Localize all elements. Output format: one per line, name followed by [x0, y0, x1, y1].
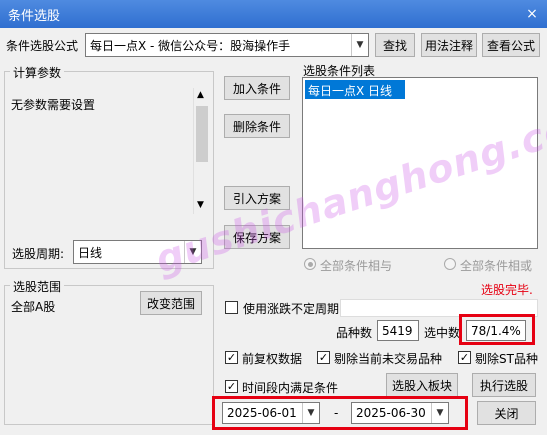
- exclude-untraded-checkbox[interactable]: ✓: [317, 351, 330, 364]
- to-block-button[interactable]: 选股入板块: [386, 373, 458, 397]
- variable-period-label: 使用涨跌不定周期: [243, 302, 340, 316]
- params-group-title: 计算参数: [10, 64, 65, 81]
- or-radio[interactable]: [444, 258, 456, 270]
- run-button[interactable]: 执行选股: [472, 373, 536, 397]
- delete-condition-button[interactable]: 删除条件: [224, 114, 290, 138]
- exclude-st-label: 剔除ST品种: [475, 352, 538, 366]
- params-scrollbar[interactable]: ▲ ▼: [193, 88, 209, 214]
- params-text: 无参数需要设置: [11, 98, 96, 112]
- selected-highlight-box: [459, 314, 535, 345]
- scroll-thumb[interactable]: [196, 106, 208, 162]
- period-label: 选股周期:: [12, 247, 65, 261]
- chevron-down-icon[interactable]: ▼: [184, 241, 201, 263]
- add-condition-button[interactable]: 加入条件: [224, 76, 290, 100]
- selected-label: 选中数: [424, 326, 461, 340]
- close-icon[interactable]: ×: [523, 5, 541, 23]
- view-formula-button[interactable]: 查看公式: [482, 33, 540, 57]
- import-scheme-button[interactable]: 引入方案: [224, 186, 290, 210]
- period-value: 日线: [78, 245, 103, 260]
- variable-period-checkbox[interactable]: [225, 301, 238, 314]
- change-range-button[interactable]: 改变范围: [140, 291, 202, 315]
- period-combobox[interactable]: 日线 ▼: [73, 240, 202, 264]
- usage-button[interactable]: 用法注释: [421, 33, 477, 57]
- time-range-checkbox[interactable]: ✓: [225, 380, 238, 393]
- range-value: 全部A股: [11, 300, 56, 314]
- count-label: 品种数: [336, 326, 373, 340]
- formula-label: 条件选股公式: [6, 39, 79, 53]
- condition-list[interactable]: 每日一点X 日线: [302, 77, 538, 249]
- list-item[interactable]: 每日一点X 日线: [305, 80, 405, 99]
- date-highlight-box: [212, 396, 468, 430]
- and-radio-label: 全部条件相与: [320, 259, 393, 273]
- chevron-down-icon[interactable]: ▼: [351, 34, 368, 56]
- scroll-down-icon[interactable]: ▼: [197, 200, 204, 210]
- title-bar: 条件选股 ×: [0, 0, 547, 28]
- restore-rights-label: 前复权数据: [242, 352, 303, 366]
- save-scheme-button[interactable]: 保存方案: [224, 225, 290, 249]
- status-text: 选股完毕.: [481, 283, 533, 297]
- formula-value: 每日一点X - 微信公众号：股海操作手: [90, 38, 291, 53]
- and-radio[interactable]: [304, 258, 316, 270]
- exclude-st-checkbox[interactable]: ✓: [458, 351, 471, 364]
- close-button[interactable]: 关闭: [477, 401, 536, 425]
- exclude-untraded-label: 剔除当前未交易品种: [334, 352, 443, 366]
- or-radio-label: 全部条件相或: [460, 259, 533, 273]
- formula-combobox[interactable]: 每日一点X - 微信公众号：股海操作手 ▼: [85, 33, 369, 57]
- range-group-title: 选股范围: [10, 278, 65, 295]
- restore-rights-checkbox[interactable]: ✓: [225, 351, 238, 364]
- find-button[interactable]: 查找: [375, 33, 415, 57]
- window-title: 条件选股: [8, 9, 61, 24]
- time-range-label: 时间段内满足条件: [242, 381, 339, 395]
- scroll-up-icon[interactable]: ▲: [197, 90, 204, 100]
- count-value: 5419: [377, 320, 419, 341]
